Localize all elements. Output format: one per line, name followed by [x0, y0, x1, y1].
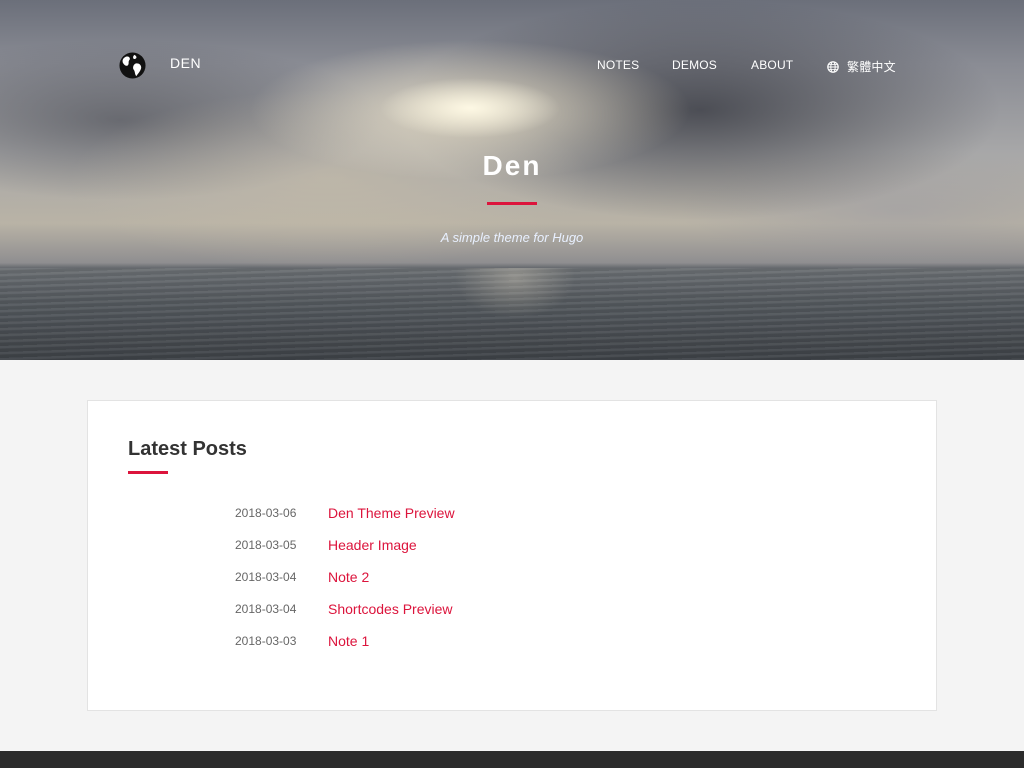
list-item: 2018-03-05 Header Image — [235, 529, 735, 561]
section-title-underline — [128, 471, 168, 474]
nav-language-label: 繁體中文 — [847, 60, 896, 74]
post-date: 2018-03-03 — [235, 634, 297, 648]
post-date: 2018-03-05 — [235, 538, 297, 552]
main-nav: NOTES DEMOS ABOUT 繁體中文 — [0, 58, 1024, 76]
title-divider — [487, 202, 537, 205]
site-title: Den — [482, 150, 542, 181]
post-link[interactable]: Shortcodes Preview — [328, 601, 453, 617]
hero-sun-reflection — [455, 268, 575, 360]
post-date: 2018-03-06 — [235, 506, 297, 520]
latest-posts-card: Latest Posts 2018-03-06 Den Theme Previe… — [87, 400, 937, 711]
post-list: 2018-03-06 Den Theme Preview 2018-03-05 … — [235, 497, 735, 657]
list-item: 2018-03-04 Shortcodes Preview — [235, 593, 735, 625]
nav-notes[interactable]: NOTES — [597, 58, 639, 72]
post-date: 2018-03-04 — [235, 602, 297, 616]
nav-about[interactable]: ABOUT — [751, 58, 793, 72]
hero-header: DEN NOTES DEMOS ABOUT 繁體中文 Den A simple … — [0, 0, 1024, 360]
post-link[interactable]: Den Theme Preview — [328, 505, 455, 521]
post-link[interactable]: Note 2 — [328, 569, 369, 585]
site-subtitle: A simple theme for Hugo — [440, 230, 584, 245]
nav-language-switch[interactable]: 繁體中文 — [827, 58, 896, 75]
list-item: 2018-03-06 Den Theme Preview — [235, 497, 735, 529]
nav-demos[interactable]: DEMOS — [672, 58, 717, 72]
post-date: 2018-03-04 — [235, 570, 297, 584]
post-link[interactable]: Header Image — [328, 537, 417, 553]
site-footer — [0, 751, 1024, 768]
globe-icon — [827, 60, 839, 73]
list-item: 2018-03-04 Note 2 — [235, 561, 735, 593]
post-link[interactable]: Note 1 — [328, 633, 369, 649]
list-item: 2018-03-03 Note 1 — [235, 625, 735, 657]
section-title: Latest Posts — [128, 438, 247, 460]
